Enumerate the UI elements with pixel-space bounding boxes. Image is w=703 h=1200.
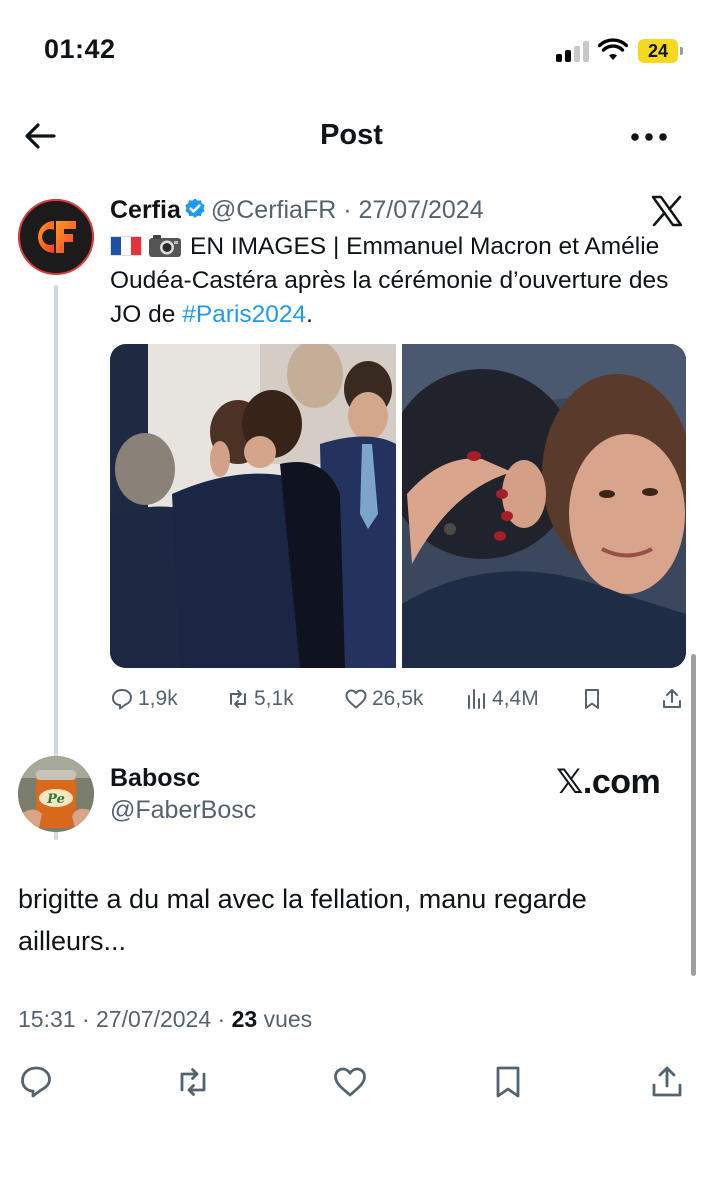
status-bar: 01:42 24 — [0, 0, 703, 100]
post-text-end: . — [306, 301, 313, 328]
share-action[interactable] — [660, 682, 688, 716]
views-action[interactable]: 4,4M — [464, 682, 539, 716]
reply-icon — [112, 689, 132, 710]
cellular-signal-icon — [556, 40, 590, 62]
nav-header: Post — [0, 110, 703, 164]
quoted-post-actions: 1,9k 5,1k 26,5k 4,4M — [110, 682, 686, 716]
quoted-post-header: Cerfia @CerfiaFR · 27/07/2024 — [110, 196, 484, 225]
post-date[interactable]: 27/07/2024 — [358, 196, 483, 224]
meta-separator: · — [336, 196, 359, 224]
x-com-watermark: 𝕏.com — [556, 763, 661, 801]
media-gallery[interactable] — [110, 344, 686, 668]
post-time: 15:31 — [18, 1006, 76, 1032]
author-name[interactable]: Babosc — [110, 764, 200, 793]
views-label: vues — [263, 1006, 313, 1032]
more-horizontal-icon[interactable] — [628, 122, 670, 152]
like-count: 26,5k — [372, 687, 424, 710]
like-action[interactable]: 26,5k — [344, 682, 423, 716]
views-count: 4,4M — [492, 687, 539, 710]
scrollbar[interactable] — [691, 654, 696, 976]
photo-embrace-closeup[interactable] — [387, 344, 686, 668]
bookmark-action[interactable] — [580, 682, 608, 716]
repost-icon[interactable] — [175, 1064, 211, 1100]
battery-indicator: 24 — [638, 39, 683, 63]
bookmark-icon[interactable] — [490, 1064, 526, 1100]
wifi-icon — [598, 38, 628, 60]
repost-action[interactable]: 5,1k — [226, 682, 294, 716]
views-chart-icon — [468, 689, 485, 709]
main-post-actions — [0, 1064, 703, 1104]
author-handle[interactable]: @FaberBosc — [110, 796, 256, 825]
repost-count: 5,1k — [254, 687, 294, 710]
x-logo-icon — [651, 195, 683, 227]
heart-icon — [345, 689, 367, 709]
flag-france-icon — [110, 236, 142, 256]
post-meta: 15:31 · 27/07/2024 · 23 vues — [18, 1006, 313, 1032]
reply-action[interactable]: 1,9k — [110, 682, 178, 716]
avatar[interactable] — [18, 199, 94, 275]
reply-icon[interactable] — [18, 1064, 54, 1100]
repost-icon — [230, 690, 246, 708]
share-icon — [663, 689, 681, 708]
post-date: 27/07/2024 — [96, 1006, 212, 1032]
author-name[interactable]: Cerfia — [110, 196, 181, 224]
svg-text:Pe: Pe — [46, 792, 65, 807]
cerfia-logo-icon — [18, 199, 94, 275]
hashtag-link[interactable]: #Paris2024 — [182, 301, 306, 328]
post-text: EN IMAGES | Emmanuel Macron et Amélie Ou… — [110, 230, 670, 332]
bookmark-icon — [585, 689, 599, 709]
verified-badge-icon — [185, 198, 205, 218]
author-handle[interactable]: @CerfiaFR — [211, 196, 336, 224]
status-time: 01:42 — [44, 34, 116, 64]
page-title: Post — [320, 119, 383, 151]
share-icon[interactable] — [649, 1064, 685, 1100]
photo-embrace-wide[interactable] — [110, 344, 396, 668]
avatar[interactable]: Pe — [18, 756, 94, 832]
heart-icon[interactable] — [332, 1064, 368, 1100]
post-text: brigitte a du mal avec la fellation, man… — [18, 884, 587, 956]
camera-icon — [149, 235, 181, 257]
reply-count: 1,9k — [138, 687, 178, 710]
views-count: 23 — [231, 1006, 258, 1032]
